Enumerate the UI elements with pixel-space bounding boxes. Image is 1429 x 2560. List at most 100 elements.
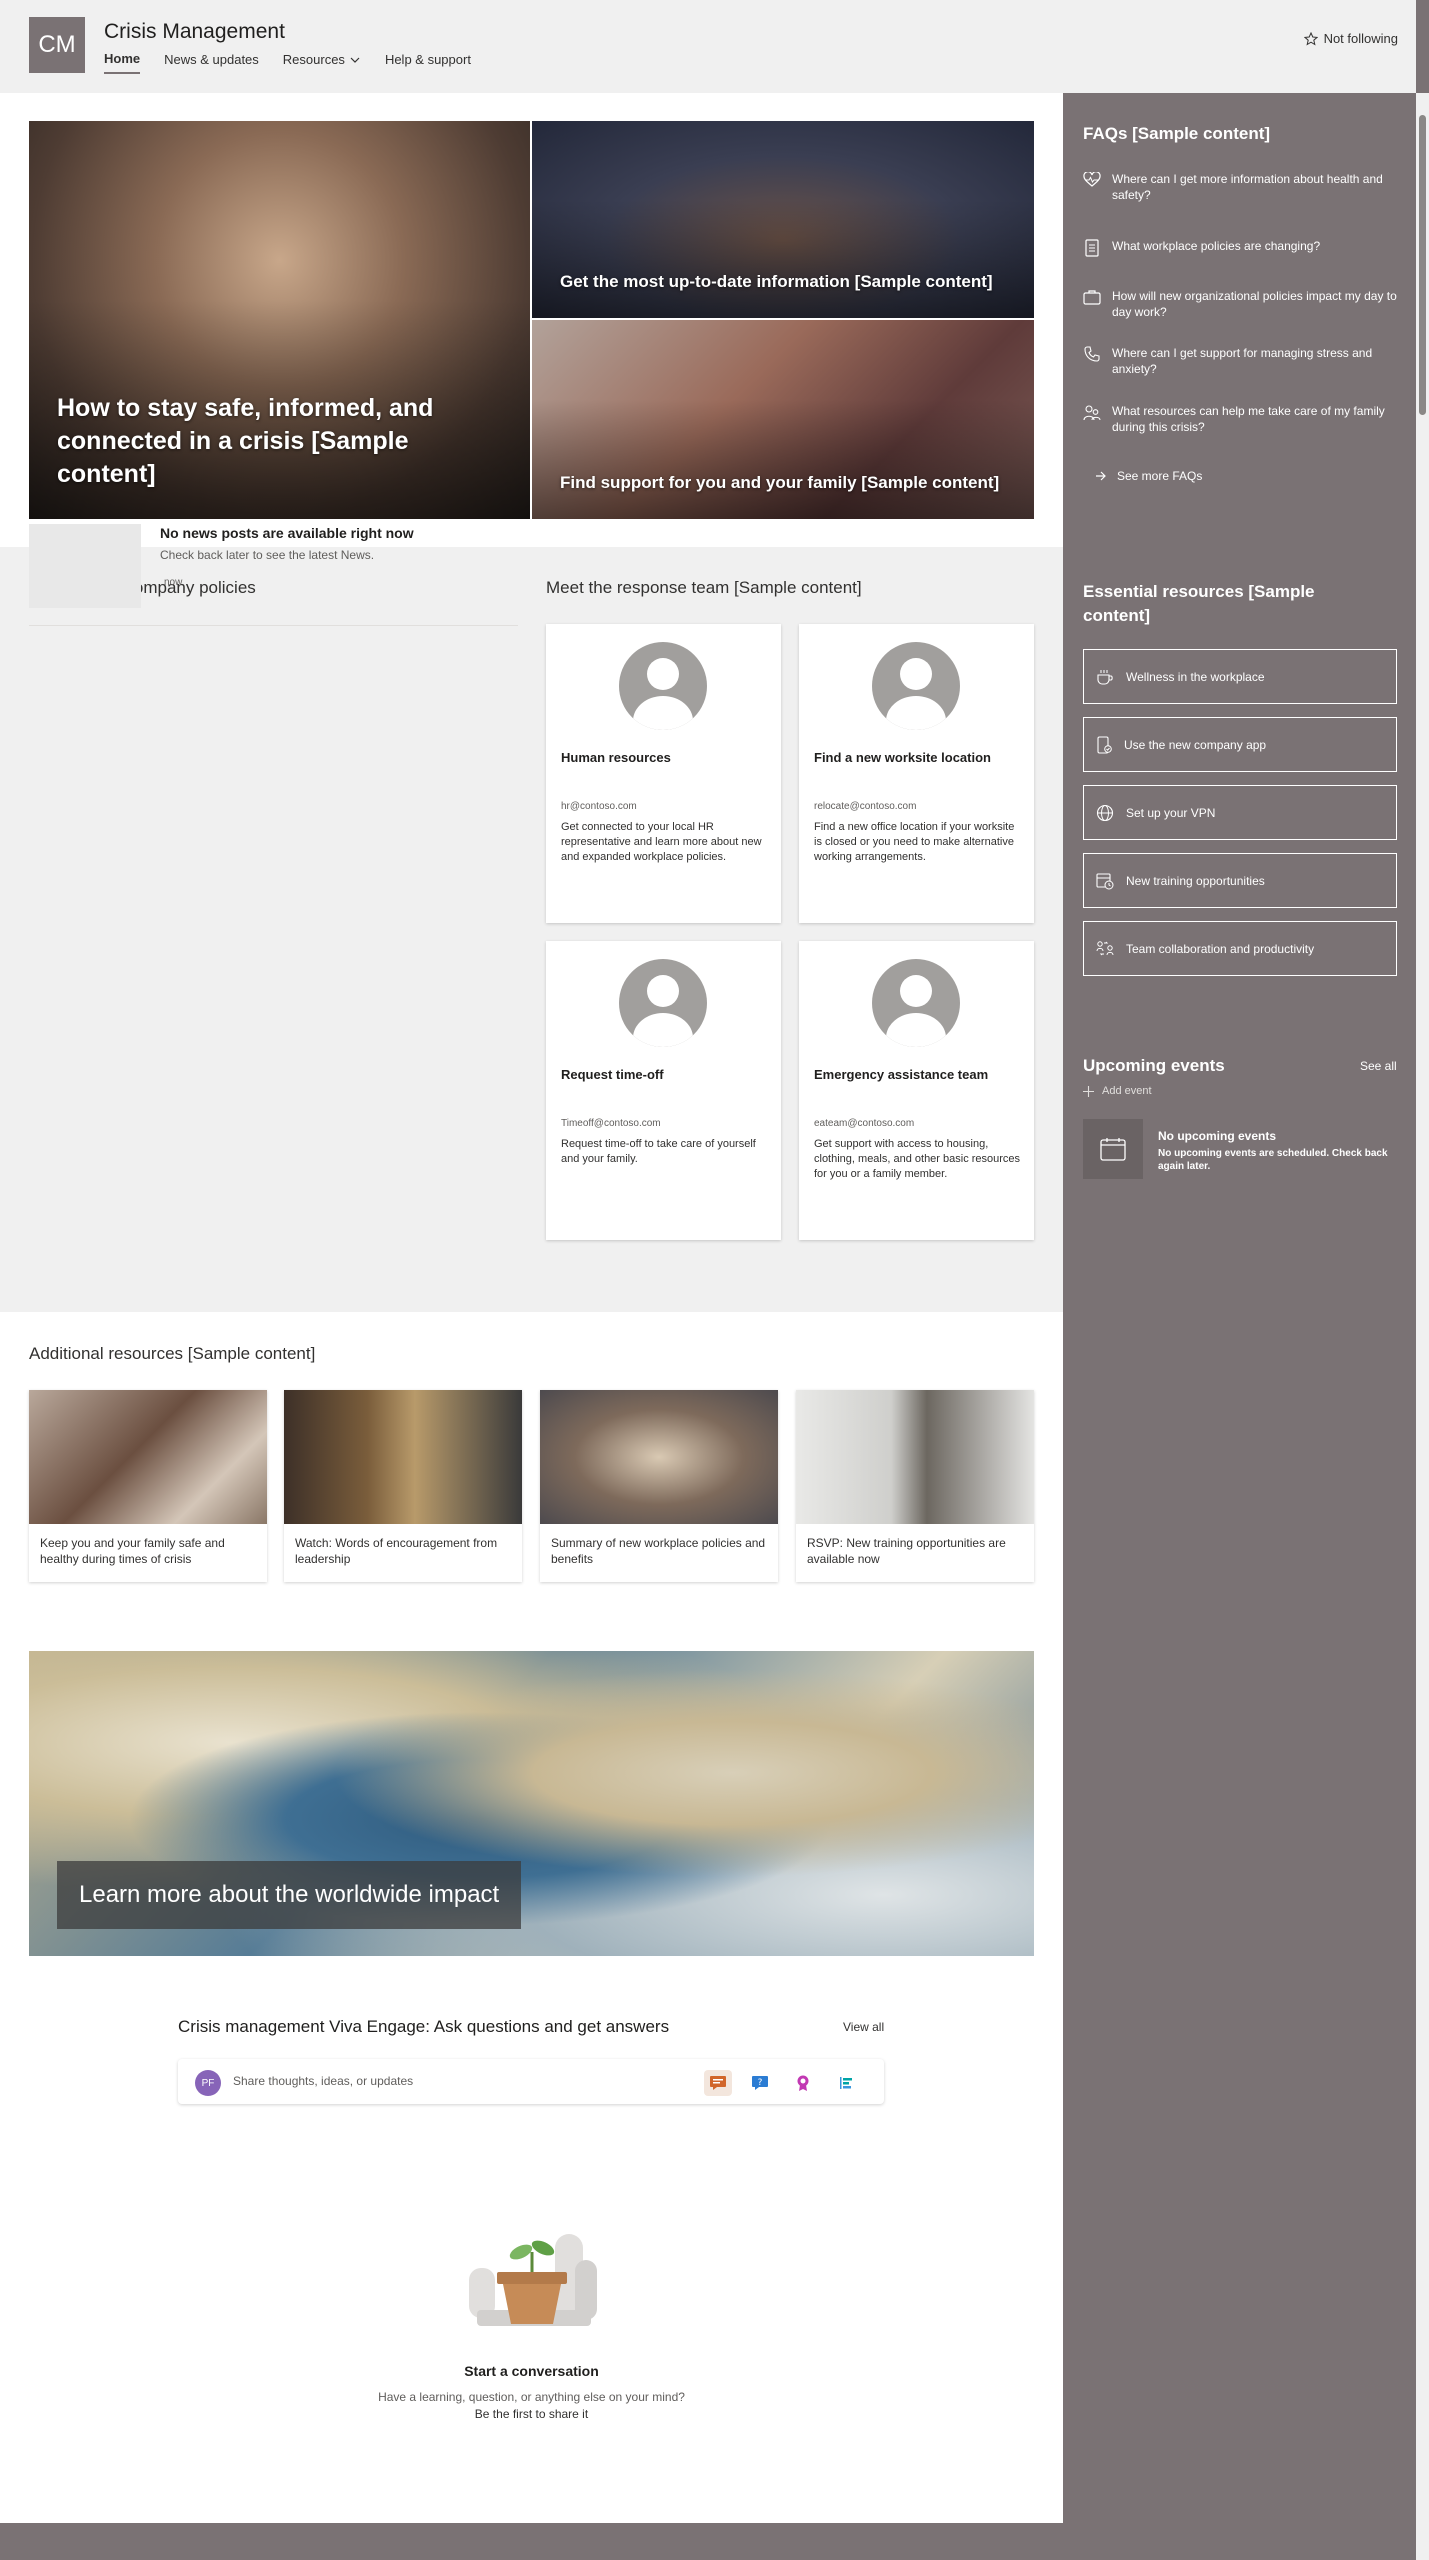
resource-card[interactable]: Watch: Words of encouragement from leade… (284, 1390, 522, 1582)
team-card-relocate[interactable]: Find a new worksite location relocate@co… (799, 624, 1034, 923)
page-footer-band (0, 2523, 1416, 2560)
team-member-email[interactable]: hr@contoso.com (561, 801, 637, 812)
poll-icon[interactable] (832, 2070, 860, 2096)
calendar-icon (1083, 1119, 1143, 1179)
start-line-1: Have a learning, question, or anything e… (378, 2390, 685, 2404)
chevron-down-icon (350, 57, 360, 63)
essential-training-button[interactable]: New training opportunities (1083, 853, 1397, 908)
start-conversation-subtitle: Have a learning, question, or anything e… (0, 2389, 1063, 2423)
viva-view-all-link[interactable]: View all (843, 2020, 884, 2034)
nav-news-label: News & updates (164, 52, 259, 67)
team-member-email[interactable]: Timeoff@contoso.com (561, 1118, 661, 1129)
faq-item[interactable]: How will new organizational policies imp… (1083, 288, 1403, 320)
page-scrollbar[interactable] (1416, 93, 1429, 2560)
resource-image (540, 1390, 778, 1524)
right-sidebar: FAQs [Sample content] Where can I get mo… (1063, 93, 1416, 2523)
events-title: Upcoming events (1083, 1056, 1225, 1075)
faq-item[interactable]: Where can I get support for managing str… (1083, 345, 1403, 377)
main-content: How to stay safe, informed, and connecte… (0, 93, 1063, 2523)
faq-question: Where can I get more information about h… (1112, 172, 1383, 202)
see-more-label: See more FAQs (1117, 469, 1203, 483)
discussion-icon[interactable] (704, 2070, 732, 2096)
team-member-email[interactable]: relocate@contoso.com (814, 801, 916, 812)
viva-post-input[interactable]: Share thoughts, ideas, or updates (233, 2074, 413, 2088)
collaboration-icon (1096, 940, 1114, 955)
add-event-label: Add event (1102, 1085, 1152, 1097)
resource-title: Watch: Words of encouragement from leade… (295, 1536, 498, 1566)
worldwide-impact-caption: Learn more about the worldwide impact (57, 1861, 522, 1929)
phone-icon (1083, 345, 1101, 377)
team-card-emergency[interactable]: Emergency assistance team eateam@contoso… (799, 941, 1034, 1240)
nav-news-updates[interactable]: News & updates (164, 51, 259, 74)
resource-card[interactable]: Keep you and your family safe and health… (29, 1390, 267, 1582)
news-thumbnail (29, 524, 141, 608)
hero-section: How to stay safe, informed, and connecte… (29, 121, 1034, 519)
person-avatar-icon (872, 642, 960, 730)
team-member-name: Emergency assistance team (814, 1067, 989, 1082)
faq-question: How will new organizational policies imp… (1112, 289, 1397, 319)
nav-resources[interactable]: Resources (283, 51, 361, 74)
team-member-name: Human resources (561, 750, 671, 765)
globe-icon (1096, 804, 1114, 821)
nav-help-support[interactable]: Help & support (385, 51, 471, 74)
events-empty-title: No upcoming events (1158, 1129, 1277, 1143)
resource-title: Summary of new workplace policies and be… (551, 1536, 766, 1566)
resource-title: RSVP: New training opportunities are ava… (807, 1536, 1006, 1566)
team-member-desc: Request time-off to take care of yoursel… (561, 1138, 756, 1165)
news-empty-title: No news posts are available right now (160, 525, 414, 541)
training-icon (1096, 872, 1114, 889)
nav-home[interactable]: Home (104, 51, 141, 74)
essential-vpn-button[interactable]: Set up your VPN (1083, 785, 1397, 840)
viva-post-box[interactable]: PF Share thoughts, ideas, or updates ? (178, 2059, 884, 2104)
resource-card[interactable]: Summary of new workplace policies and be… (540, 1390, 778, 1582)
hero-bottom-right-caption: Find support for you and your family [Sa… (560, 473, 1000, 492)
essential-app-button[interactable]: Use the new company app (1083, 717, 1397, 772)
team-section-title: Meet the response team [Sample content] (546, 578, 862, 597)
news-time: now (164, 577, 183, 588)
hero-main-caption: How to stay safe, informed, and connecte… (57, 394, 434, 488)
question-icon[interactable]: ? (746, 2070, 774, 2096)
svg-text:?: ? (758, 2078, 763, 2088)
site-logo[interactable]: CM (29, 17, 85, 73)
worldwide-impact-banner[interactable]: Learn more about the worldwide impact (29, 1651, 1034, 1956)
faq-item[interactable]: What resources can help me take care of … (1083, 403, 1403, 435)
follow-button[interactable]: Not following (1303, 31, 1398, 46)
team-member-email[interactable]: eateam@contoso.com (814, 1118, 914, 1129)
essential-wellness-button[interactable]: Wellness in the workplace (1083, 649, 1397, 704)
avatar: PF (195, 2070, 221, 2096)
person-avatar-icon (619, 642, 707, 730)
team-card-timeoff[interactable]: Request time-off Timeoff@contoso.com Req… (546, 941, 781, 1240)
essential-collaboration-button[interactable]: Team collaboration and productivity (1083, 921, 1397, 976)
site-header: CM Crisis Management Home News & updates… (0, 0, 1416, 93)
essential-title: Essential resources [Sample content] (1083, 582, 1315, 625)
faq-question: Where can I get support for managing str… (1112, 346, 1373, 376)
mobile-app-icon (1097, 735, 1112, 754)
faq-item[interactable]: Where can I get more information about h… (1083, 171, 1403, 203)
team-member-name: Find a new worksite location (814, 750, 991, 765)
events-see-all-link[interactable]: See all (1360, 1059, 1397, 1073)
arrow-right-icon (1096, 471, 1106, 481)
news-empty-subtitle: Check back later to see the latest News. (160, 548, 375, 562)
person-avatar-icon (619, 959, 707, 1047)
add-event-button[interactable]: Add event (1083, 1085, 1152, 1097)
heart-pulse-icon (1083, 171, 1101, 203)
follow-label: Not following (1323, 31, 1398, 46)
scrollbar-thumb[interactable] (1419, 115, 1426, 415)
start-conversation-title: Start a conversation (464, 2363, 599, 2379)
resource-image (284, 1390, 522, 1524)
hero-tile-main[interactable]: How to stay safe, informed, and connecte… (29, 121, 530, 519)
praise-icon[interactable] (789, 2070, 817, 2096)
hero-tile-top-right[interactable]: Get the most up-to-date information [Sam… (532, 121, 1034, 318)
faq-item[interactable]: What workplace policies are changing? (1083, 238, 1403, 257)
nav-resources-label: Resources (282, 52, 345, 67)
viva-engage-title: Crisis management Viva Engage: Ask quest… (178, 2017, 670, 2036)
resource-card[interactable]: RSVP: New training opportunities are ava… (796, 1390, 1034, 1582)
see-more-faqs-link[interactable]: See more FAQs (1095, 469, 1202, 483)
plant-illustration-icon (469, 2234, 597, 2326)
faq-question: What workplace policies are changing? (1112, 239, 1321, 253)
news-divider (29, 625, 518, 626)
team-card-hr[interactable]: Human resources hr@contoso.com Get conne… (546, 624, 781, 923)
site-title[interactable]: Crisis Management (104, 20, 285, 44)
hero-tile-bottom-right[interactable]: Find support for you and your family [Sa… (532, 320, 1034, 519)
briefcase-icon (1083, 288, 1101, 320)
